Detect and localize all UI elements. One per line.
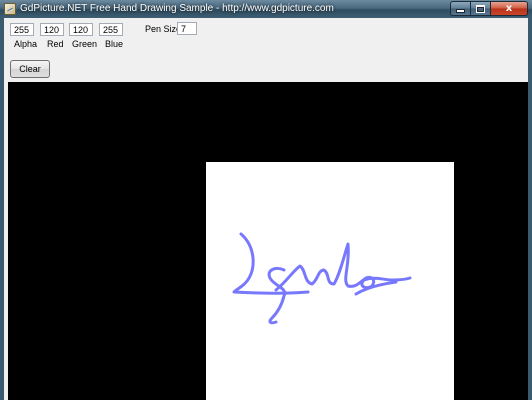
stroke-s bbox=[267, 266, 287, 325]
red-label: Red bbox=[47, 39, 64, 49]
red-input[interactable] bbox=[40, 23, 64, 36]
close-button[interactable]: x bbox=[490, 1, 528, 16]
freehand-drawing bbox=[232, 232, 412, 325]
minimize-icon bbox=[456, 9, 465, 13]
caption-buttons: x bbox=[450, 1, 528, 16]
green-input[interactable] bbox=[69, 23, 93, 36]
maximize-button[interactable] bbox=[470, 1, 490, 16]
close-icon: x bbox=[505, 3, 513, 14]
title-bar[interactable]: GdPicture.NET Free Hand Drawing Sample -… bbox=[0, 0, 532, 18]
alpha-label: Alpha bbox=[14, 39, 38, 49]
client-area: Alpha Red Green Blue Pen Size: Clear bbox=[4, 18, 528, 400]
settings-panel: Alpha Red Green Blue Pen Size: Clear bbox=[4, 18, 528, 82]
app-icon bbox=[4, 3, 16, 15]
green-label: Green bbox=[72, 39, 98, 49]
window-title: GdPicture.NET Free Hand Drawing Sample -… bbox=[20, 3, 334, 14]
pen-size-input[interactable] bbox=[177, 22, 197, 35]
drawing-page[interactable] bbox=[206, 162, 454, 400]
minimize-button[interactable] bbox=[450, 1, 470, 16]
drawing-viewer[interactable] bbox=[8, 82, 528, 400]
maximize-icon bbox=[476, 5, 485, 13]
stroke-j bbox=[232, 232, 310, 295]
alpha-input[interactable] bbox=[10, 23, 34, 36]
blue-input[interactable] bbox=[99, 23, 123, 36]
clear-button[interactable]: Clear bbox=[10, 60, 50, 78]
blue-label: Blue bbox=[105, 39, 124, 49]
app-window: GdPicture.NET Free Hand Drawing Sample -… bbox=[0, 0, 532, 400]
